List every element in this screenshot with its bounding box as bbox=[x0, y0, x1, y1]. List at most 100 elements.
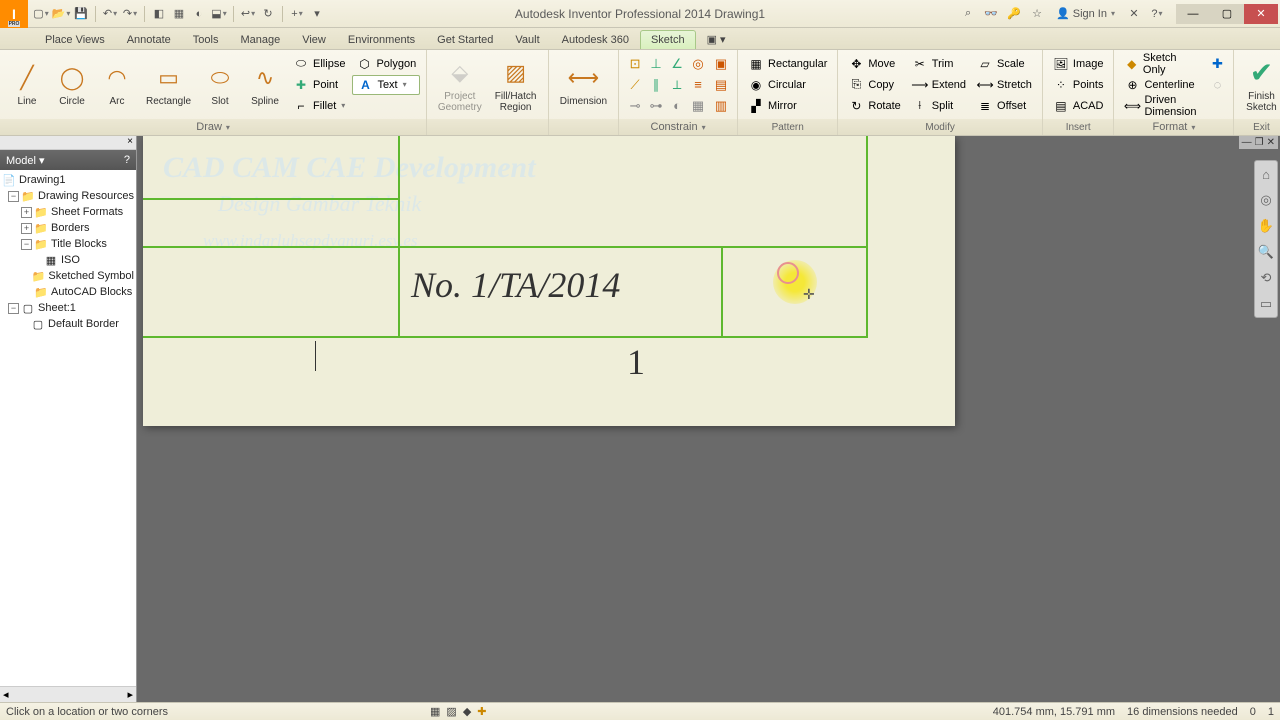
constraint-icon[interactable]: ⊡ bbox=[625, 54, 645, 74]
close-button[interactable]: ✕ bbox=[1244, 4, 1278, 24]
qat-icon[interactable]: ⬓▾ bbox=[210, 5, 228, 23]
orbit-icon[interactable]: ⟲ bbox=[1256, 268, 1276, 288]
browser-close-icon[interactable]: × bbox=[0, 136, 136, 150]
status-icon[interactable]: ▦ bbox=[430, 705, 440, 718]
extend-button[interactable]: ⟶Extend bbox=[908, 75, 970, 95]
format-option-icon[interactable]: ◌ bbox=[1207, 75, 1227, 95]
update-icon[interactable]: ↻ bbox=[259, 5, 277, 23]
split-button[interactable]: ⟊Split bbox=[908, 96, 970, 116]
redo-icon[interactable]: ↷▾ bbox=[121, 5, 139, 23]
binoculars-icon[interactable]: 👓 bbox=[981, 4, 1001, 24]
scale-button[interactable]: ▱Scale bbox=[973, 54, 1036, 74]
tree-sheet[interactable]: −▢Sheet:1 bbox=[0, 300, 136, 316]
constraint-icon[interactable]: ⊸ bbox=[625, 96, 645, 116]
doc-minimize-icon[interactable]: — bbox=[1242, 137, 1252, 148]
undo-icon[interactable]: ↶▾ bbox=[101, 5, 119, 23]
line-button[interactable]: ╱Line bbox=[6, 53, 48, 117]
driven-dimension-button[interactable]: ⟺Driven Dimension bbox=[1120, 96, 1200, 116]
doc-close-icon[interactable]: ✕ bbox=[1267, 137, 1275, 148]
format-panel-label[interactable]: Format▾ bbox=[1114, 119, 1233, 135]
drawing-canvas[interactable]: — ❐ ✕ ⌂ ◎ ✋ 🔍 ⟲ ▭ CAD CAM CAE Developmen… bbox=[137, 136, 1280, 702]
status-icon[interactable]: ◆ bbox=[463, 705, 471, 718]
slot-button[interactable]: ⬭Slot bbox=[199, 53, 241, 117]
qat-dropdown-icon[interactable]: ▾ bbox=[308, 5, 326, 23]
tree-resources[interactable]: −📁Drawing Resources bbox=[0, 188, 136, 204]
signin-button[interactable]: 👤 Sign In ▾ bbox=[1050, 7, 1121, 20]
tree-borders[interactable]: +📁Borders bbox=[0, 220, 136, 236]
constraint-icon[interactable]: ▦ bbox=[688, 96, 708, 116]
offset-button[interactable]: ≣Offset bbox=[973, 96, 1036, 116]
dimension-button[interactable]: ⟷Dimension bbox=[555, 53, 612, 117]
constraint-icon[interactable]: ∠ bbox=[667, 54, 687, 74]
open-icon[interactable]: 📂▾ bbox=[52, 5, 70, 23]
constraint-icon[interactable]: ◐ bbox=[667, 96, 687, 116]
points-button[interactable]: ⁘Points bbox=[1049, 75, 1108, 95]
tree-sheet-formats[interactable]: +📁Sheet Formats bbox=[0, 204, 136, 220]
return-icon[interactable]: ↩▾ bbox=[239, 5, 257, 23]
minimize-button[interactable]: — bbox=[1176, 4, 1210, 24]
doc-restore-icon[interactable]: ❐ bbox=[1255, 137, 1264, 148]
constraint-icon[interactable]: ≡ bbox=[688, 75, 708, 95]
tab-overflow-icon[interactable]: ▣ ▾ bbox=[696, 29, 737, 49]
new-icon[interactable]: ▢▾ bbox=[32, 5, 50, 23]
tree-sketched-symbol[interactable]: 📁Sketched Symbol bbox=[0, 268, 136, 284]
circle-button[interactable]: ◯Circle bbox=[51, 53, 93, 117]
help-icon[interactable]: ? bbox=[124, 154, 130, 166]
status-icon[interactable]: ▨ bbox=[446, 705, 456, 718]
sketch-only-button[interactable]: ◆Sketch Only bbox=[1120, 54, 1200, 74]
stretch-button[interactable]: ⟷Stretch bbox=[973, 75, 1036, 95]
tree-default-border[interactable]: ▢Default Border bbox=[0, 316, 136, 332]
tree-title-blocks[interactable]: −📁Title Blocks bbox=[0, 236, 136, 252]
polygon-button[interactable]: ⬡Polygon bbox=[352, 54, 420, 74]
project-geometry-button[interactable]: ⬙Project Geometry bbox=[433, 53, 486, 117]
zoom-icon[interactable]: 🔍 bbox=[1256, 242, 1276, 262]
image-button[interactable]: 🖼Image bbox=[1049, 54, 1108, 74]
ellipse-button[interactable]: ⬭Ellipse bbox=[289, 54, 349, 74]
maximize-button[interactable]: ▢ bbox=[1210, 4, 1244, 24]
constraint-icon[interactable]: ⟋ bbox=[625, 75, 645, 95]
exchange-icon[interactable]: ✕ bbox=[1124, 4, 1144, 24]
move-button[interactable]: ✥Move bbox=[844, 54, 904, 74]
tab-manage[interactable]: Manage bbox=[229, 30, 291, 49]
rotate-button[interactable]: ↻Rotate bbox=[844, 96, 904, 116]
constraint-icon[interactable]: ∥ bbox=[646, 75, 666, 95]
save-icon[interactable]: 💾 bbox=[72, 5, 90, 23]
qat-icon[interactable]: ▦ bbox=[170, 5, 188, 23]
rectangular-pattern-button[interactable]: ▦Rectangular bbox=[744, 54, 831, 74]
tab-tools[interactable]: Tools bbox=[182, 30, 230, 49]
plus-icon[interactable]: +▾ bbox=[288, 5, 306, 23]
centerline-button[interactable]: ⊕Centerline bbox=[1120, 75, 1200, 95]
constrain-panel-label[interactable]: Constrain▾ bbox=[619, 119, 737, 135]
spline-button[interactable]: ∿Spline bbox=[244, 53, 286, 117]
constraint-icon[interactable]: ⟂ bbox=[667, 75, 687, 95]
constraint-toggle-icon[interactable]: ▥ bbox=[711, 96, 731, 116]
draw-panel-label[interactable]: Draw▾ bbox=[0, 119, 426, 135]
acad-button[interactable]: ▤ACAD bbox=[1049, 96, 1108, 116]
fill-hatch-button[interactable]: ▨Fill/Hatch Region bbox=[489, 53, 541, 117]
copy-button[interactable]: ⎘Copy bbox=[844, 75, 904, 95]
tab-get-started[interactable]: Get Started bbox=[426, 30, 504, 49]
key-icon[interactable]: 🔑 bbox=[1004, 4, 1024, 24]
tab-autodesk360[interactable]: Autodesk 360 bbox=[551, 30, 640, 49]
app-icon[interactable]: I bbox=[0, 0, 28, 28]
tab-annotate[interactable]: Annotate bbox=[116, 30, 182, 49]
tree-iso[interactable]: ▦ISO bbox=[0, 252, 136, 268]
browser-scrollbar[interactable]: ◂▸ bbox=[0, 686, 136, 702]
qat-icon[interactable]: ◐ bbox=[190, 5, 208, 23]
browser-header[interactable]: Model ▾? bbox=[0, 150, 136, 170]
finish-sketch-button[interactable]: ✔Finish Sketch bbox=[1240, 53, 1280, 117]
format-option-icon[interactable]: ✚ bbox=[1207, 54, 1227, 74]
rectangle-button[interactable]: ▭Rectangle bbox=[141, 53, 196, 117]
point-button[interactable]: ✚Point bbox=[289, 75, 349, 95]
steering-wheel-icon[interactable]: ◎ bbox=[1256, 190, 1276, 210]
fillet-button[interactable]: ⌐Fillet▾ bbox=[289, 96, 349, 116]
lookat-icon[interactable]: ▭ bbox=[1256, 294, 1276, 314]
tree-autocad-blocks[interactable]: 📁AutoCAD Blocks bbox=[0, 284, 136, 300]
status-icon[interactable]: ✚ bbox=[477, 705, 486, 718]
circular-pattern-button[interactable]: ◉Circular bbox=[744, 75, 831, 95]
constraint-icon[interactable]: ◎ bbox=[688, 54, 708, 74]
tab-view[interactable]: View bbox=[291, 30, 337, 49]
tab-sketch[interactable]: Sketch bbox=[640, 30, 696, 49]
trim-button[interactable]: ✂Trim bbox=[908, 54, 970, 74]
constraint-toggle-icon[interactable]: ▣ bbox=[711, 54, 731, 74]
